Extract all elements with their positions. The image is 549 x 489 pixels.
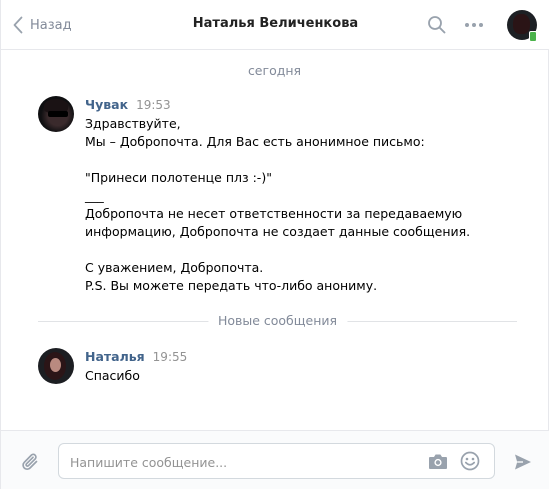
smile-icon[interactable] [460, 451, 480, 471]
online-mobile-badge [529, 31, 537, 42]
composer [1, 430, 549, 489]
message-time[interactable]: 19:55 [153, 350, 188, 364]
message-line: Добропочта не несет ответственности за п… [85, 206, 463, 221]
message-line [85, 241, 525, 259]
message-author[interactable]: Чувак [85, 97, 128, 112]
message-line: Мы – Добропочта. Для Вас есть анонимное … [85, 134, 425, 149]
search-icon[interactable] [427, 15, 447, 35]
more-icon[interactable] [464, 15, 484, 35]
attach-icon[interactable] [21, 451, 41, 473]
chat-window: Назад Наталья Величенкова сегодня Чувак … [0, 0, 549, 489]
sender-avatar[interactable] [38, 348, 74, 384]
message-text: Здравствуйте, Мы – Добропочта. Для Вас е… [85, 115, 525, 295]
message-header: Чувак 19:53 [85, 97, 171, 112]
message-line: С уважением, Добропочта. [85, 260, 264, 275]
new-messages-label: Новые сообщения [207, 313, 348, 328]
camera-icon[interactable] [428, 453, 448, 470]
message-header: Наталья 19:55 [85, 349, 187, 364]
message-line: Здравствуйте, [85, 116, 181, 131]
message-time[interactable]: 19:53 [136, 98, 171, 112]
new-messages-divider: Новые сообщения [38, 313, 517, 329]
message-line: "Принеси полотенце плз :-)" [85, 170, 272, 185]
message-input[interactable] [70, 453, 410, 471]
date-divider: сегодня [247, 63, 302, 78]
message-line: P.S. Вы можете передать что-либо анониму… [85, 278, 378, 293]
message-input-box[interactable] [58, 443, 495, 479]
message-line: информацию, Добропочта не создает данные… [85, 224, 471, 239]
message-text: Спасибо [85, 368, 140, 383]
message-line [85, 151, 525, 169]
send-icon[interactable] [514, 453, 532, 471]
message-line: ___ [85, 188, 104, 203]
chat-header: Назад Наталья Величенкова [1, 0, 549, 50]
message-author[interactable]: Наталья [85, 349, 145, 364]
sender-avatar[interactable] [38, 96, 74, 132]
